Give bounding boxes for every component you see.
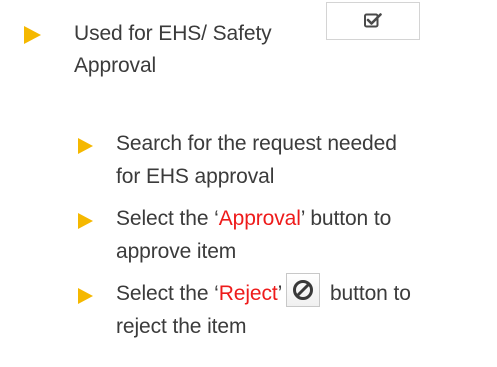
step-3-line-2: reject the item bbox=[116, 315, 247, 338]
bullet-icon bbox=[24, 26, 41, 44]
step-2-line-1: Select the ‘Approval’ button to bbox=[116, 204, 391, 234]
step-3-suffix-a: ’ bbox=[277, 282, 283, 305]
prohibit-icon bbox=[293, 280, 314, 301]
heading-line-2: Approval bbox=[74, 54, 157, 77]
reject-button[interactable] bbox=[286, 273, 321, 308]
bullet-icon bbox=[78, 288, 93, 304]
step-3-suffix-b: button to bbox=[324, 282, 411, 305]
bullet-icon bbox=[78, 213, 93, 229]
step-2-prefix: Select the ‘ bbox=[116, 207, 219, 230]
step-2-line-2: approve item bbox=[116, 240, 237, 263]
checkbox-check-icon bbox=[364, 13, 382, 28]
heading-line-1: Used for EHS/ Safety bbox=[74, 22, 272, 45]
step-1-line-1: Search for the request needed bbox=[116, 132, 397, 155]
approval-button[interactable] bbox=[326, 2, 420, 40]
step-3-prefix: Select the ‘ bbox=[116, 282, 219, 305]
step-1-line-2: for EHS approval bbox=[116, 165, 275, 188]
approval-highlight: Approval bbox=[218, 207, 301, 230]
bullet-icon bbox=[78, 138, 93, 154]
step-3-line-1: Select the ‘Reject’ button to bbox=[116, 273, 411, 309]
reject-highlight: Reject bbox=[218, 282, 278, 305]
step-2-suffix: ’ button to bbox=[300, 207, 392, 230]
